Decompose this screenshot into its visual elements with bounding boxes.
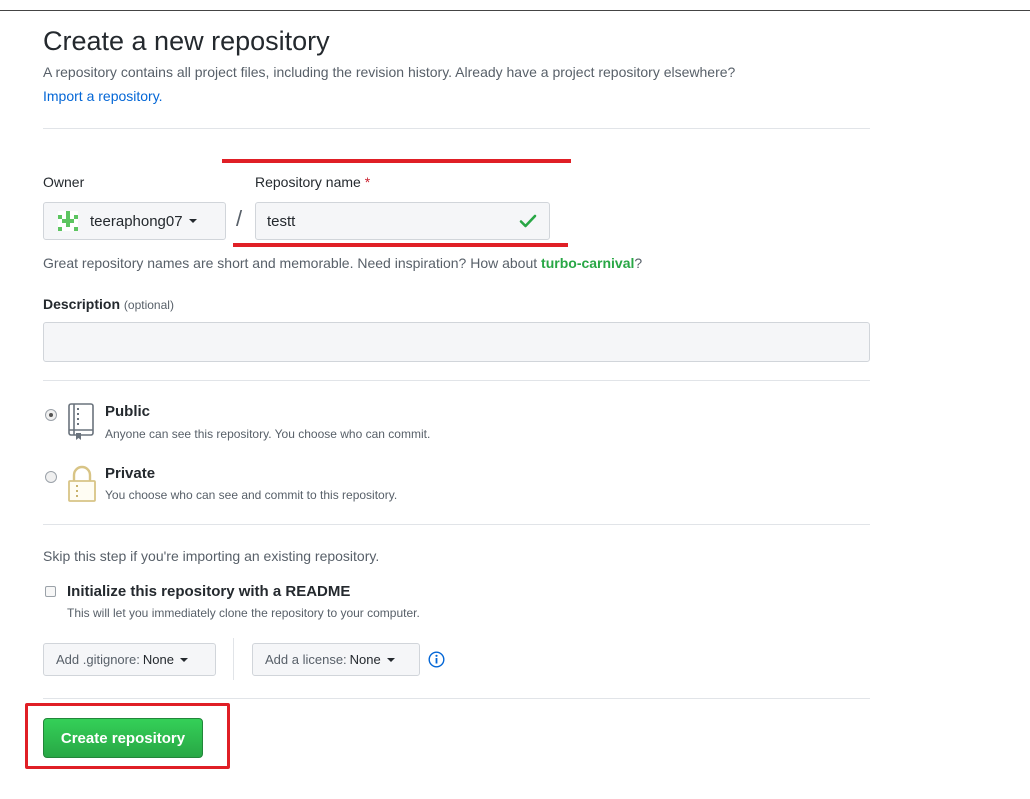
- annotation-underline: [222, 159, 571, 163]
- info-icon[interactable]: [428, 651, 445, 668]
- owner-value: teeraphong07: [90, 212, 183, 230]
- page-subtitle: A repository contains all project files,…: [43, 64, 736, 80]
- chevron-down-icon: [386, 657, 395, 662]
- select-separator: [233, 638, 234, 680]
- public-radio[interactable]: [45, 409, 57, 421]
- readme-label[interactable]: Initialize this repository with a README: [67, 583, 350, 600]
- owner-select[interactable]: teeraphong07: [43, 202, 226, 240]
- repo-icon: [68, 403, 94, 440]
- divider: [43, 380, 870, 381]
- repository-name-input[interactable]: testt: [255, 202, 550, 240]
- readme-checkbox[interactable]: [45, 586, 56, 597]
- lock-icon: [68, 465, 96, 502]
- import-repository-link[interactable]: Import a repository.: [43, 88, 163, 104]
- private-radio[interactable]: [45, 471, 57, 483]
- annotation-box: [25, 703, 230, 769]
- chevron-down-icon: [179, 657, 188, 662]
- description-input[interactable]: [43, 322, 870, 362]
- divider: [43, 524, 870, 525]
- chevron-down-icon: [188, 219, 197, 223]
- private-label: Private: [105, 465, 156, 482]
- skip-note: Skip this step if you're importing an ex…: [43, 548, 380, 564]
- gitignore-select[interactable]: Add .gitignore: None: [43, 643, 216, 676]
- owner-repo-separator: /: [236, 206, 243, 231]
- identicon-icon: [58, 211, 78, 231]
- owner-label: Owner: [43, 174, 85, 190]
- repo-name-hint: Great repository names are short and mem…: [43, 255, 643, 271]
- required-mark: *: [364, 174, 371, 190]
- public-label: Public: [105, 403, 151, 420]
- divider: [43, 128, 870, 129]
- repository-name-value: testt: [267, 212, 296, 230]
- divider: [43, 698, 870, 699]
- name-suggestion[interactable]: turbo-carnival: [541, 255, 634, 271]
- private-description: You choose who can see and commit to thi…: [105, 488, 398, 502]
- check-icon: [519, 214, 537, 228]
- readme-note: This will let you immediately clone the …: [67, 606, 420, 620]
- annotation-underline: [233, 243, 568, 247]
- description-label: Description (optional): [43, 296, 174, 312]
- page-title: Create a new repository: [43, 26, 330, 56]
- repo-name-label: Repository name *: [255, 174, 371, 190]
- license-select[interactable]: Add a license: None: [252, 643, 420, 676]
- top-border: [0, 10, 1030, 11]
- public-description: Anyone can see this repository. You choo…: [105, 427, 431, 441]
